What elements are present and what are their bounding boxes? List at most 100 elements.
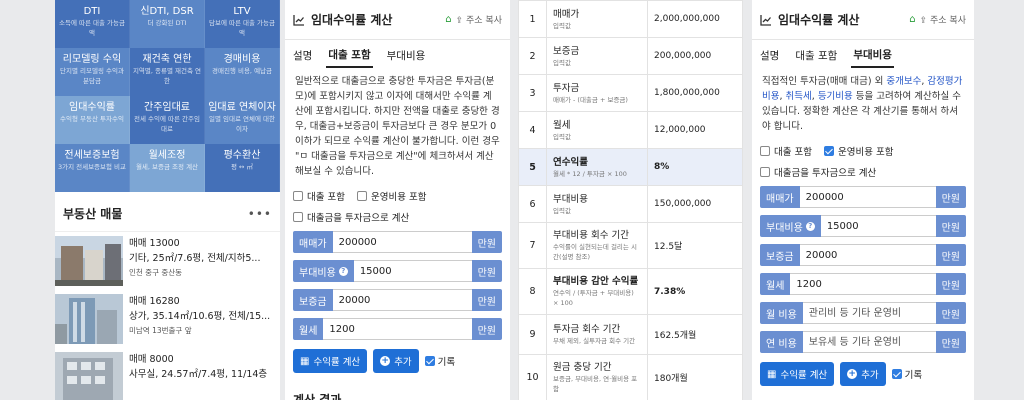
tab-extra-cost[interactable]: 부대비용 <box>385 44 428 67</box>
include-opex-checkbox[interactable]: 운영비용 포함 <box>356 189 426 203</box>
include-loan-checkbox[interactable]: 대출 포함 <box>760 144 812 158</box>
listing-photo <box>55 352 123 400</box>
price-field: 매매가만원 <box>760 186 966 208</box>
tab-loan[interactable]: 대출 포함 <box>326 43 373 68</box>
home-icon[interactable]: ⌂ <box>909 14 915 25</box>
listing-header: 부동산 매물 ••• <box>55 196 280 232</box>
listing-item[interactable]: 매매 8000 사무실, 24.57㎡/7.4평, 11/14층 <box>55 348 280 400</box>
yearly-cost-input[interactable] <box>802 331 936 353</box>
calculate-button[interactable]: ▦ 수익률 계산 <box>760 362 835 386</box>
yearly-cost-field: 연 비용만원 <box>760 331 966 353</box>
table-row: 3 투자금 매매가 - (대출금 + 보증금) 1,800,000,000 <box>518 74 743 112</box>
tab-description[interactable]: 설명 <box>291 44 314 67</box>
tab-description-text: 직접적인 투자금(매매 대금) 외 중개보수, 감정평가 비용, 취득세, 등기… <box>762 76 963 132</box>
monthly-rent-input[interactable] <box>790 273 936 295</box>
table-row: 1 매매가 입력값 2,000,000,000 <box>518 0 743 38</box>
share-icon: ⇪ <box>455 16 464 26</box>
page-title: 임대수익률 계산 <box>311 13 393 27</box>
table-row: 9 투자금 회수 기간 부채 제외, 실투자금 회수 기간 162.5개월 <box>518 314 743 355</box>
listing-title: 부동산 매물 <box>63 207 123 221</box>
help-icon[interactable]: ? <box>805 221 815 231</box>
record-checkbox[interactable]: 기록 <box>891 367 922 381</box>
calculate-button[interactable]: ▦ 수익률 계산 <box>293 349 368 373</box>
copy-url-button[interactable]: ⇪ 주소 복사 <box>920 13 966 26</box>
tab-bar: 설명 대출 포함 부대비용 <box>752 40 974 70</box>
table-row: 8 부대비용 감안 수익률 연수익 / (투자금 + 부대비용) × 100 7.38… <box>518 268 743 315</box>
grid-new-dti-dsr[interactable]: 신DTI, DSR 더 강화된 DTI <box>130 0 205 48</box>
deposit-input[interactable] <box>332 289 472 311</box>
calculator-icon: ▦ <box>767 368 777 380</box>
menu-panel: DTI 소득에 따른 대출 가능금액 신DTI, DSR 더 강화된 DTI LTV… <box>55 0 280 400</box>
share-icon: ⇪ <box>919 16 928 26</box>
tab-bar: 설명 대출 포함 부대비용 <box>285 40 510 70</box>
grid-rent-adjust[interactable]: 월세조정 월세, 보증금 조정 계산 <box>130 144 205 192</box>
extra-cost-input[interactable] <box>353 260 472 282</box>
calc-header: 임대수익률 계산 ⌂ ⇪ 주소 복사 <box>285 0 510 40</box>
page-title: 임대수익률 계산 <box>778 13 860 27</box>
line-chart-icon <box>760 14 771 26</box>
table-row: 10 원금 충당 기간 보증금, 부대비용, 연·월비용 포함 180개월 <box>518 354 743 400</box>
calculator-loan-panel: 임대수익률 계산 ⌂ ⇪ 주소 복사 설명 대출 포함 부대비용 일반적으로 대… <box>285 0 510 400</box>
grid-deemed-rent[interactable]: 간주임대료 전세 수익에 따른 간주임대료 <box>130 96 205 144</box>
more-icon[interactable]: ••• <box>248 207 272 221</box>
extra-cost-field: 부대비용?만원 <box>760 215 966 237</box>
deposit-field: 보증금만원 <box>293 289 502 311</box>
table-row-highlighted: 5 연수익률 월세 * 12 / 투자금 × 100 8% <box>518 148 743 186</box>
grid-auction-cost[interactable]: 경매비용 경매진행 비용, 예납금 <box>205 48 280 96</box>
loan-as-investment-checkbox[interactable]: 대출금을 투자금으로 계산 <box>293 210 409 224</box>
add-button[interactable]: + 추가 <box>840 362 886 386</box>
add-button[interactable]: + 추가 <box>373 349 419 373</box>
include-loan-checkbox[interactable]: 대출 포함 <box>293 189 345 203</box>
extra-cost-field: 부대비용?만원 <box>293 260 502 282</box>
calculator-icon: ▦ <box>300 355 310 367</box>
result-heading: 계산 결과 <box>293 393 342 400</box>
price-input[interactable] <box>332 231 472 253</box>
grid-late-interest[interactable]: 임대료 연체이자 일별 임대료 연체에 대한 이자 <box>205 96 280 144</box>
plus-icon: + <box>380 356 391 366</box>
include-opex-checkbox[interactable]: 운영비용 포함 <box>823 144 893 158</box>
table-row: 7 부대비용 회수 기간 수익률이 실현되는데 걸리는 시간(설명 참조) 12.5달 <box>518 222 743 269</box>
deposit-field: 보증금만원 <box>760 244 966 266</box>
listing-photo <box>55 236 123 286</box>
listing-item[interactable]: 매매 16280 상가, 35.14㎡/10.6평, 전체/15... 미남역 … <box>55 290 280 348</box>
calculator-grid: DTI 소득에 따른 대출 가능금액 신DTI, DSR 더 강화된 DTI LTV… <box>55 0 280 192</box>
plus-icon: + <box>847 369 858 379</box>
calculator-extra-cost-panel: 임대수익률 계산 ⌂ ⇪ 주소 복사 설명 대출 포함 부대비용 직접적인 투자… <box>752 0 974 400</box>
tab-loan[interactable]: 대출 포함 <box>793 44 839 67</box>
calc-header: 임대수익률 계산 ⌂ ⇪ 주소 복사 <box>752 0 974 40</box>
grid-dti[interactable]: DTI 소득에 따른 대출 가능금액 <box>55 0 130 48</box>
tab-description[interactable]: 설명 <box>758 44 781 67</box>
price-input[interactable] <box>799 186 936 208</box>
grid-rental-yield[interactable]: 임대수익률 수익형 부동산 투자수익 <box>55 96 130 144</box>
monthly-rent-field: 월세만원 <box>293 318 502 340</box>
grid-rebuild[interactable]: 재건축 연한 지역별, 종류별 재건축 연한 <box>130 48 205 96</box>
monthly-rent-input[interactable] <box>323 318 472 340</box>
grid-jeonse-insurance[interactable]: 전세보증보험 3가지 전세보증보험 비교 <box>55 144 130 192</box>
help-icon[interactable]: ? <box>338 266 348 276</box>
extra-cost-input[interactable] <box>820 215 936 237</box>
result-table: 1 매매가 입력값 2,000,000,000 2 보증금 입력값 200,000,000 … <box>518 0 743 400</box>
tab-description-text: 일반적으로 대출금으로 충당한 투자금은 투자금(분모)에 포함시키지 않고 이… <box>295 76 500 177</box>
tab-extra-cost[interactable]: 부대비용 <box>851 43 894 68</box>
registration-fee-link[interactable]: 등기비용 <box>818 91 853 102</box>
acquisition-tax-link[interactable]: 취득세 <box>786 91 812 102</box>
monthly-cost-input[interactable] <box>802 302 936 324</box>
brokerage-fee-link[interactable]: 중개보수 <box>886 76 921 87</box>
line-chart-icon <box>293 14 304 26</box>
options: 대출 포함 운영비용 포함 대출금을 투자금으로 계산 <box>285 185 510 227</box>
monthly-rent-field: 월세만원 <box>760 273 966 295</box>
grid-ltv[interactable]: LTV 담보에 따른 대출 가능금액 <box>205 0 280 48</box>
action-bar: ▦ 수익률 계산 + 추가 기록 <box>285 347 510 375</box>
listing-item[interactable]: 매매 13000 기타, 25㎡/7.6평, 전체/지하5... 인천 중구 중… <box>55 232 280 290</box>
result-table-panel: 1 매매가 입력값 2,000,000,000 2 보증금 입력값 200,000,000 … <box>518 0 743 400</box>
grid-remodel[interactable]: 리모델링 수익 단지별 리모델링 수익과 분담금 <box>55 48 130 96</box>
price-field: 매매가만원 <box>293 231 502 253</box>
deposit-input[interactable] <box>799 244 936 266</box>
grid-area-convert[interactable]: 평수환산 평 ↔ ㎡ <box>205 144 280 192</box>
home-icon[interactable]: ⌂ <box>445 14 451 25</box>
table-row: 4 월세 입력값 12,000,000 <box>518 111 743 149</box>
loan-as-investment-checkbox[interactable]: 대출금을 투자금으로 계산 <box>760 165 876 179</box>
record-checkbox[interactable]: 기록 <box>424 354 455 368</box>
action-bar: ▦ 수익률 계산 + 추가 기록 <box>752 360 974 388</box>
copy-url-button[interactable]: ⇪ 주소 복사 <box>456 13 502 26</box>
